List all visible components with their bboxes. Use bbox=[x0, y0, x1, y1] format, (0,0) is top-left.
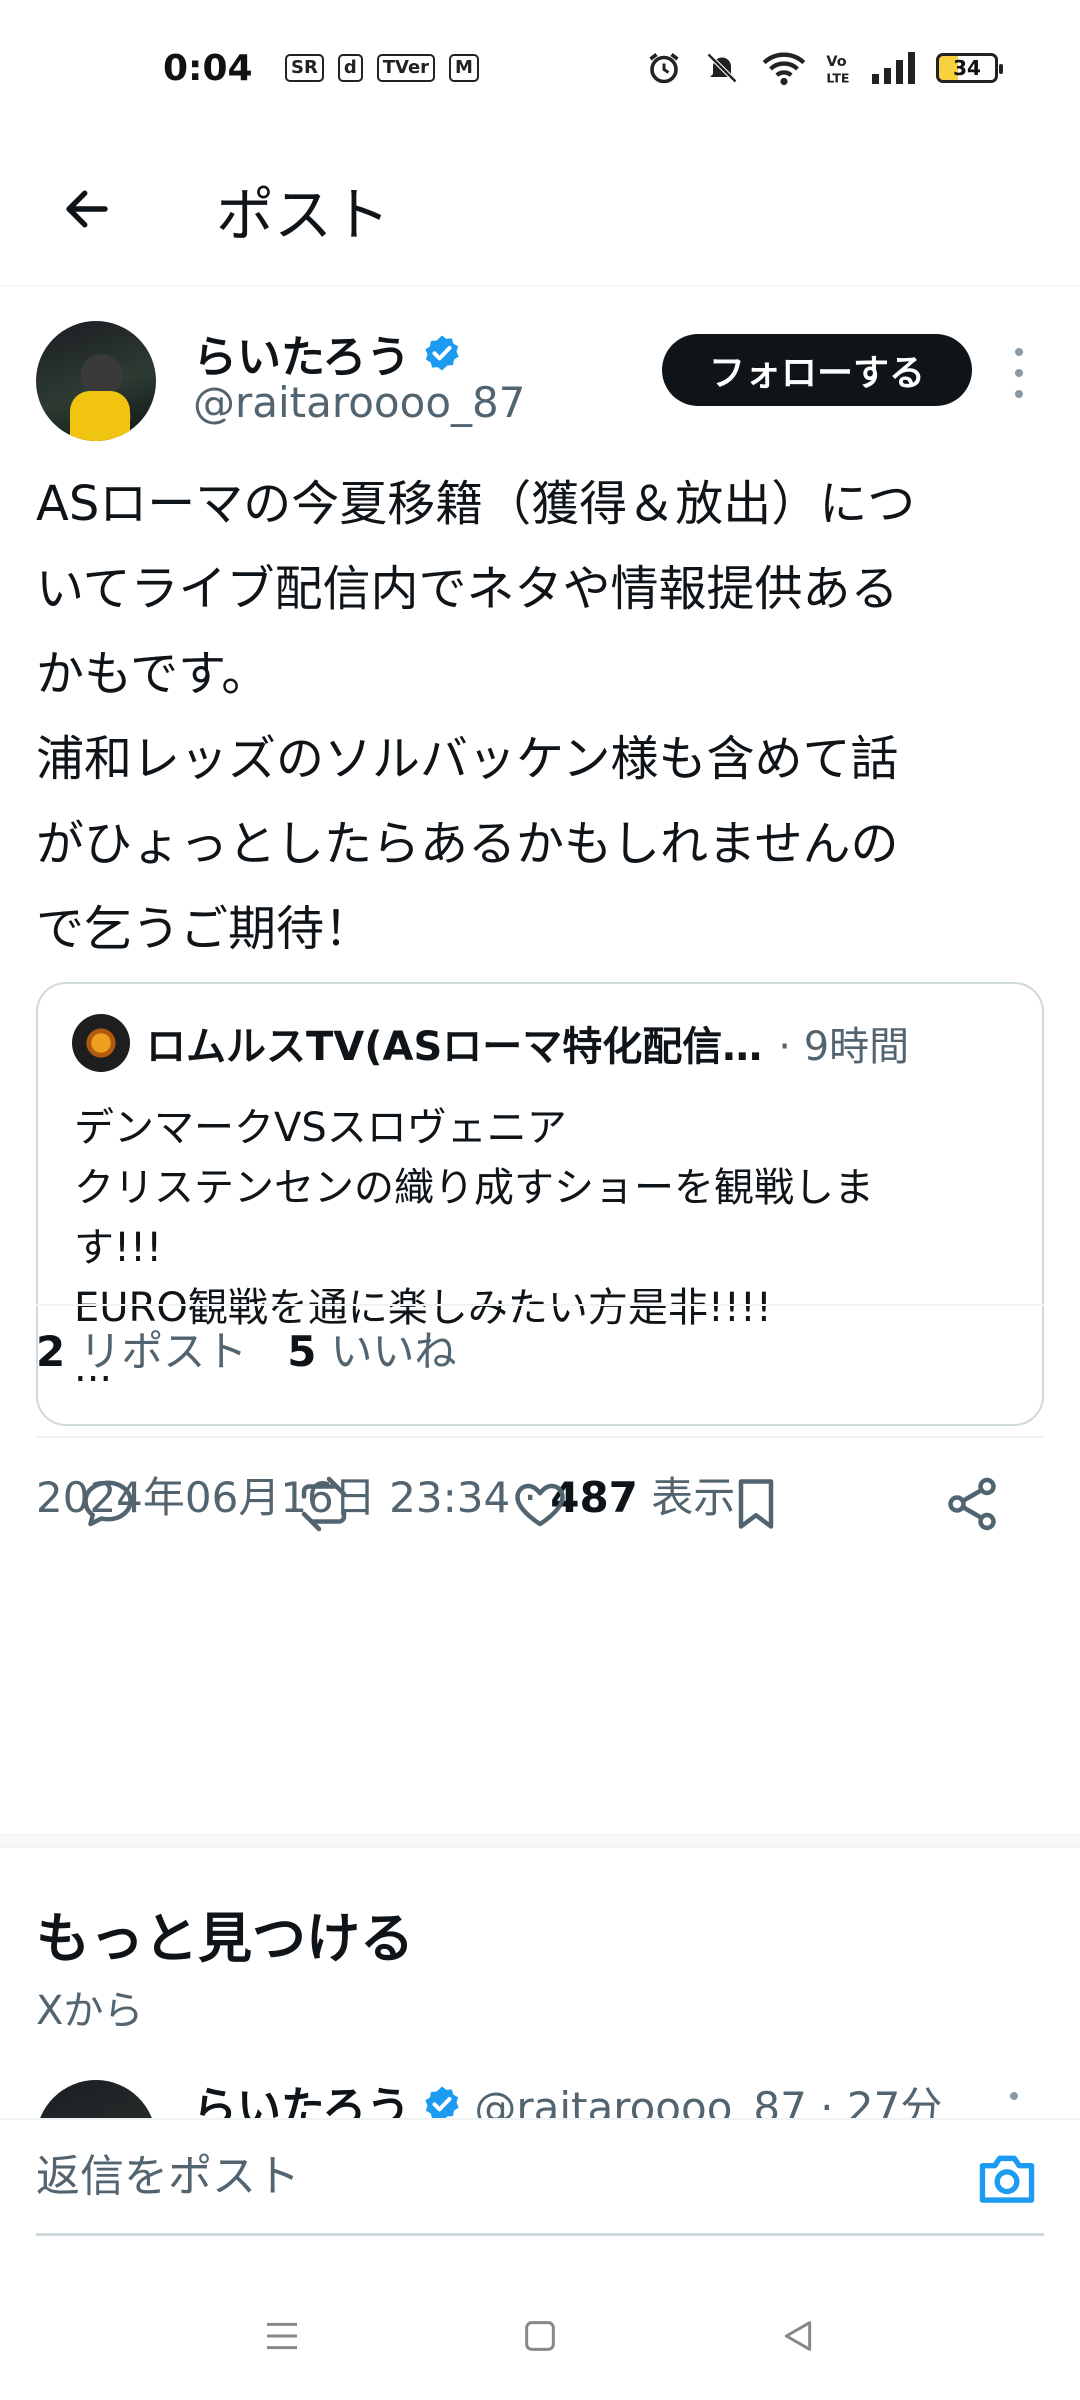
arrow-left-icon bbox=[66, 190, 108, 228]
wifi-icon bbox=[762, 52, 806, 86]
next-tweet-preview[interactable]: らいたろう @raitaroooo_87 · 27分 bbox=[0, 2050, 1080, 2122]
signal-icon bbox=[872, 52, 915, 84]
alarm-icon bbox=[649, 53, 679, 84]
quoted-time: · 9時間 bbox=[778, 1024, 910, 1070]
svg-text:Vo: Vo bbox=[826, 54, 846, 70]
bookmark-icon bbox=[738, 1479, 774, 1529]
repost-button[interactable] bbox=[290, 1470, 358, 1538]
next-author-name: らいたろう bbox=[193, 2083, 411, 2122]
divider bbox=[36, 1436, 1044, 1438]
divider bbox=[36, 1304, 1044, 1306]
author-display-name[interactable]: らいたろう bbox=[193, 321, 410, 385]
reposts-stat[interactable]: 2 リポスト bbox=[36, 1318, 247, 1379]
next-tweet-header: らいたろう @raitaroooo_87 · 27分 bbox=[193, 2072, 943, 2123]
dot-icon[interactable] bbox=[1010, 2092, 1018, 2100]
share-icon bbox=[948, 1477, 996, 1531]
camera-icon bbox=[979, 2155, 1035, 2203]
avatar[interactable] bbox=[36, 2080, 156, 2122]
back-nav-button[interactable] bbox=[768, 2306, 828, 2366]
bookmark-button[interactable] bbox=[722, 1470, 790, 1538]
square-icon bbox=[525, 2321, 555, 2351]
menu-button[interactable] bbox=[252, 2306, 312, 2366]
more-options-button[interactable] bbox=[1004, 348, 1034, 398]
app-bar: ポスト bbox=[0, 140, 1080, 286]
reply-button[interactable] bbox=[74, 1470, 142, 1538]
likes-label: いいね bbox=[330, 1327, 457, 1376]
dot-icon bbox=[1015, 369, 1023, 377]
section-separator bbox=[0, 1834, 1080, 1848]
reposts-count: 2 bbox=[36, 1327, 66, 1376]
tweet-text: ASローマの今夏移籍（獲得＆放出）につ いてライブ配信内でネタや情報提供ある か… bbox=[36, 476, 916, 957]
back-button[interactable] bbox=[52, 174, 122, 244]
verified-badge-icon bbox=[425, 2086, 460, 2122]
reply-bar bbox=[0, 2118, 1080, 2256]
mute-icon bbox=[706, 52, 738, 84]
engagement-stats: 2 リポスト 5 いいね bbox=[36, 1318, 457, 1379]
logo-icon bbox=[84, 1026, 118, 1060]
action-bar bbox=[0, 1444, 1080, 1558]
likes-stat[interactable]: 5 いいね bbox=[287, 1318, 456, 1379]
likes-count: 5 bbox=[287, 1327, 317, 1376]
reposts-label: リポスト bbox=[79, 1327, 248, 1376]
comment-icon bbox=[83, 1480, 133, 1527]
notification-icons: SR d TVer M bbox=[285, 54, 479, 82]
svg-text:LTE: LTE bbox=[826, 70, 849, 85]
status-bar: 0:04 SR d TVer M Vo LTE 34 bbox=[0, 0, 1080, 140]
follow-button[interactable]: フォローする bbox=[662, 334, 972, 406]
status-time: 0:04 bbox=[163, 48, 253, 89]
sr-app-icon: SR bbox=[285, 54, 324, 82]
author-handle[interactable]: @raitaroooo_87 bbox=[193, 378, 525, 427]
next-author-meta: @raitaroooo_87 · 27分 bbox=[474, 2082, 943, 2123]
reply-input[interactable] bbox=[36, 2120, 1044, 2236]
heart-icon bbox=[515, 1483, 565, 1527]
d-app-icon: d bbox=[337, 54, 363, 82]
home-button[interactable] bbox=[510, 2306, 570, 2366]
author-name-row: らいたろう bbox=[193, 321, 462, 385]
verified-badge-icon bbox=[425, 335, 460, 371]
discover-subtitle: Xから bbox=[36, 1988, 144, 2034]
battery-icon: 34 bbox=[936, 53, 1003, 83]
share-button[interactable] bbox=[938, 1470, 1006, 1538]
camera-button[interactable] bbox=[976, 2150, 1038, 2206]
gmail-icon: M bbox=[449, 54, 479, 82]
repost-icon bbox=[301, 1476, 347, 1532]
avatar[interactable] bbox=[36, 321, 156, 441]
triangle-back-icon bbox=[784, 2321, 812, 2351]
discover-title: もっと見つける bbox=[36, 1907, 414, 1970]
system-nav-bar bbox=[0, 2270, 1080, 2400]
dot-icon bbox=[1015, 390, 1023, 398]
menu-icon bbox=[267, 2322, 297, 2350]
dot-icon bbox=[1015, 348, 1023, 356]
avatar-shirt bbox=[70, 391, 130, 441]
tver-app-icon: TVer bbox=[376, 54, 436, 82]
volte-icon: VoLTE bbox=[826, 54, 849, 85]
system-icons: Vo LTE 34 bbox=[646, 50, 1003, 86]
page-title: ポスト bbox=[216, 181, 391, 249]
like-button[interactable] bbox=[506, 1470, 574, 1538]
quoted-tweet-header: ロムルスTV(ASローマ特化配信… · 9時間 bbox=[72, 1014, 1012, 1072]
quoted-avatar bbox=[72, 1014, 130, 1072]
quoted-author-name: ロムルスTV(ASローマ特化配信… bbox=[146, 1024, 763, 1070]
